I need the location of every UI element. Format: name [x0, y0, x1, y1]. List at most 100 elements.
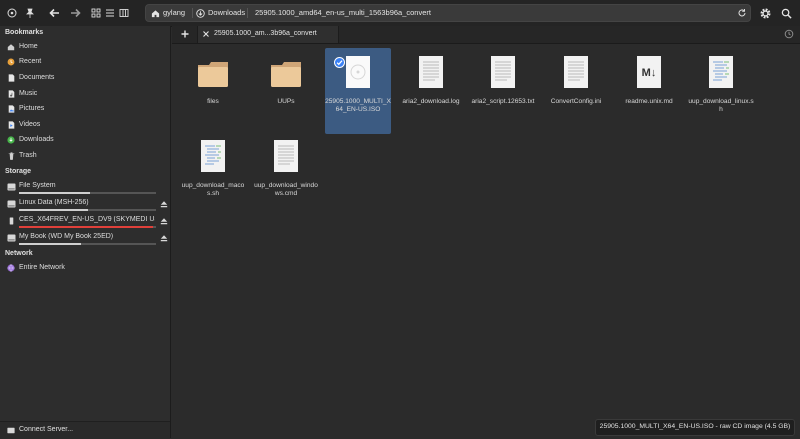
file-item-aria2-log[interactable]: aria2_download.log	[398, 48, 464, 134]
pin-icon	[26, 8, 34, 18]
history-icon	[784, 29, 794, 39]
storage-item-my-book[interactable]: My Book (WD My Book 25ED)	[0, 231, 170, 248]
back-button[interactable]	[47, 5, 63, 21]
restore-closed-tab-button[interactable]	[784, 29, 794, 39]
usage-fill	[19, 243, 81, 245]
home-icon	[7, 43, 15, 51]
forward-button[interactable]	[67, 5, 83, 21]
close-icon	[203, 31, 209, 37]
downloads-icon	[7, 136, 15, 144]
network-heading: Network	[5, 250, 33, 257]
file-item-iso[interactable]: 25905.1000_MULTI_X64_EN-US.ISO	[325, 48, 391, 134]
folder-icon	[197, 55, 229, 89]
pictures-icon	[7, 105, 15, 113]
text-file-icon	[415, 55, 447, 89]
usage-fill	[19, 226, 154, 228]
grid-icon	[91, 8, 101, 18]
sidebar-item-pictures[interactable]: Pictures	[0, 102, 170, 117]
file-item-download-linux[interactable]: uup_download_linux.sh	[688, 48, 754, 134]
sidebar-item-home[interactable]: Home	[0, 40, 170, 55]
eject-icon[interactable]	[160, 234, 168, 242]
tab-current-folder[interactable]: 25905.1000_am...3b96a_convert	[197, 26, 339, 43]
storage-item-file-system[interactable]: File System	[0, 180, 170, 197]
file-view: files UUPs 25905.1000_MULTI_X64_EN-US.IS…	[172, 44, 800, 438]
usage-bar	[19, 192, 156, 194]
new-tab-button[interactable]	[180, 29, 190, 39]
folder-icon	[270, 55, 302, 89]
file-item-convertconfig[interactable]: ConvertConfig.ini	[543, 48, 609, 134]
sidebar-item-recent[interactable]: Recent	[0, 55, 170, 70]
trash-icon	[7, 152, 15, 160]
text-file-icon	[560, 55, 592, 89]
usage-bar	[19, 226, 156, 228]
pin-button[interactable]	[22, 5, 38, 21]
header-bar: gylang Downloads 25905.1000_amd64_en-us_…	[0, 0, 800, 27]
reload-icon	[738, 9, 746, 17]
download-icon	[196, 8, 205, 18]
drive-icon	[7, 183, 16, 191]
server-icon	[7, 427, 15, 436]
music-icon	[7, 90, 15, 98]
breadcrumb-item-current[interactable]: 25905.1000_amd64_en-us_multi_1563b96a_co…	[255, 5, 431, 21]
markdown-file-icon: M↓	[633, 55, 665, 89]
breadcrumb: gylang Downloads 25905.1000_amd64_en-us_…	[145, 4, 751, 22]
drive-icon	[7, 200, 16, 208]
svg-text:M↓: M↓	[642, 67, 657, 79]
home-icon	[151, 9, 160, 18]
settings-button[interactable]	[757, 5, 773, 21]
breadcrumb-item-home[interactable]: gylang	[151, 5, 185, 21]
documents-icon	[7, 74, 15, 82]
sidebar-item-entire-network[interactable]: Entire Network	[0, 261, 170, 276]
sidebar-item-music[interactable]: Music	[0, 87, 170, 102]
plus-icon	[181, 30, 189, 38]
close-tab-button[interactable]	[202, 30, 210, 38]
sidebar: Bookmarks Home Recent Documents Music Pi…	[0, 26, 171, 439]
file-item-uups[interactable]: UUPs	[253, 48, 319, 134]
storage-heading: Storage	[5, 168, 32, 175]
text-file-icon	[487, 55, 519, 89]
disc-image-icon	[342, 55, 374, 89]
videos-icon	[7, 121, 15, 129]
bookmarks-heading: Bookmarks	[5, 29, 44, 36]
drive-icon	[7, 234, 16, 242]
status-overlay: 25905.1000_MULTI_X64_EN-US.ISO - raw CD …	[595, 419, 795, 436]
search-icon	[781, 8, 792, 19]
reload-button[interactable]	[737, 8, 747, 18]
script-file-icon	[197, 139, 229, 173]
file-item-download-macos[interactable]: uup_download_macos.sh	[180, 132, 246, 218]
usb-drive-icon	[7, 217, 16, 225]
file-item-readme[interactable]: M↓ readme.unix.md	[616, 48, 682, 134]
eject-icon[interactable]	[160, 217, 168, 225]
file-item-files[interactable]: files	[180, 48, 246, 134]
breadcrumb-item-downloads[interactable]: Downloads	[196, 5, 245, 21]
sidebar-item-documents[interactable]: Documents	[0, 71, 170, 86]
sidebar-item-trash[interactable]: Trash	[0, 149, 170, 164]
storage-item-usb[interactable]: CES_X64FREV_EN-US_DV9 (SKYMEDI US...	[0, 214, 170, 231]
search-button[interactable]	[778, 5, 794, 21]
text-file-icon	[270, 139, 302, 173]
breadcrumb-separator	[192, 8, 193, 18]
network-icon	[7, 264, 15, 272]
window-menu-button[interactable]	[4, 5, 20, 21]
gear-icon	[759, 7, 771, 19]
arrow-left-icon	[49, 8, 59, 18]
selected-checkmark-icon	[334, 57, 345, 68]
recent-icon	[7, 58, 15, 66]
tab-bar: 25905.1000_am...3b96a_convert	[172, 26, 800, 44]
file-item-download-windows[interactable]: uup_download_windows.cmd	[253, 132, 319, 218]
eject-icon[interactable]	[160, 200, 168, 208]
file-item-aria2-script[interactable]: aria2_script.12653.txt	[470, 48, 536, 134]
storage-item-linux-data[interactable]: Linux Data (MSH-256)	[0, 197, 170, 214]
usage-fill	[19, 192, 91, 194]
columns-icon	[119, 9, 129, 17]
sidebar-item-videos[interactable]: Videos	[0, 118, 170, 133]
connect-server-button[interactable]: Connect Server...	[0, 421, 170, 439]
column-view-button[interactable]	[116, 5, 132, 21]
sidebar-item-downloads[interactable]: Downloads	[0, 133, 170, 148]
list-icon	[106, 9, 114, 17]
usage-bar	[19, 209, 156, 211]
arrow-right-icon	[71, 8, 81, 18]
usage-fill	[19, 209, 88, 211]
app-menu-icon	[7, 8, 17, 18]
usage-bar	[19, 243, 156, 245]
